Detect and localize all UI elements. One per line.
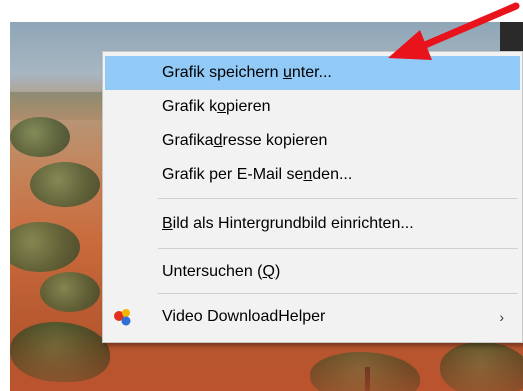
- menu-item-save-image-as[interactable]: Grafik speichern unter...: [105, 56, 520, 90]
- menu-item-label: Untersuchen (Q): [162, 263, 281, 280]
- menu-item-label: Grafik per E-Mail senden...: [162, 166, 353, 183]
- menu-item-set-as-desktop-background[interactable]: Bild als Hintergrundbild einrichten...: [105, 207, 520, 241]
- menu-item-label: Bild als Hintergrundbild einrichten...: [162, 215, 414, 232]
- bush: [10, 117, 70, 157]
- menu-item-copy-image-address[interactable]: Grafikadresse kopieren: [105, 124, 520, 158]
- menu-item-label: Grafik speichern unter...: [162, 64, 332, 81]
- bush: [10, 222, 80, 272]
- submenu-chevron-icon: ›: [499, 309, 504, 325]
- menu-item-label: Grafik kopieren: [162, 98, 271, 115]
- menu-item-copy-image[interactable]: Grafik kopieren: [105, 90, 520, 124]
- video-downloadhelper-icon: [114, 309, 131, 326]
- menu-separator: [158, 293, 518, 294]
- menu-separator: [158, 248, 518, 249]
- menu-item-label: Video DownloadHelper: [162, 308, 326, 325]
- menu-item-label: Grafikadresse kopieren: [162, 132, 328, 149]
- menu-item-inspect[interactable]: Untersuchen (Q): [105, 255, 520, 289]
- context-menu: Grafik speichern unter... Grafik kopiere…: [102, 51, 523, 343]
- bush: [40, 272, 100, 312]
- menu-item-email-image[interactable]: Grafik per E-Mail senden...: [105, 158, 520, 192]
- bush: [30, 162, 100, 207]
- menu-item-video-downloadhelper[interactable]: Video DownloadHelper ›: [105, 300, 520, 334]
- menu-separator: [158, 198, 518, 199]
